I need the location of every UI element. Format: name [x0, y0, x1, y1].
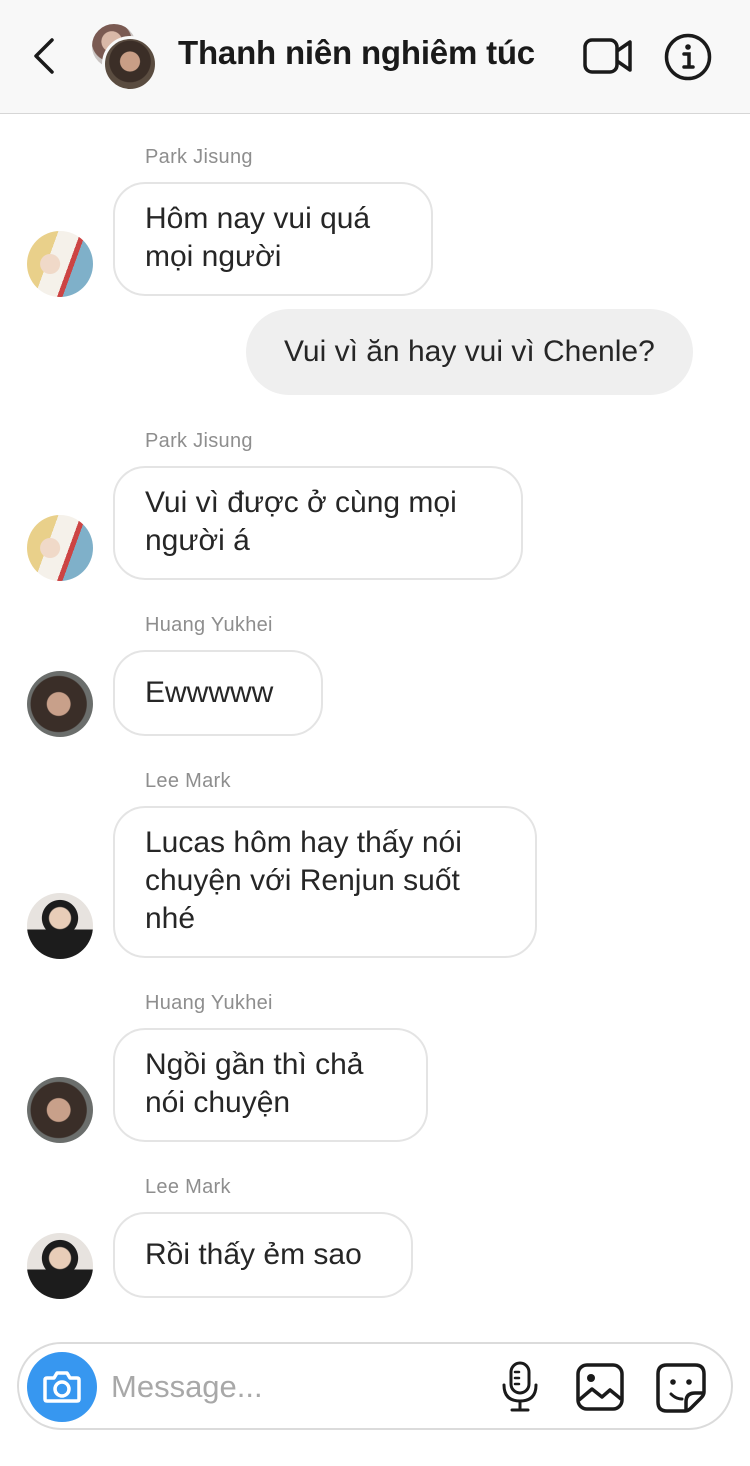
message-bubble[interactable]: Ngồi gần thì chả nói chuyện	[113, 1028, 428, 1142]
back-button[interactable]	[26, 34, 66, 78]
sticker-icon	[656, 1363, 706, 1413]
message-input[interactable]	[111, 1362, 491, 1412]
avatar[interactable]	[27, 515, 93, 581]
message-bubble[interactable]: Ewwwww	[113, 650, 323, 736]
voice-message-button[interactable]	[499, 1360, 541, 1414]
message-composer	[17, 1342, 733, 1430]
sender-name: Park Jisung	[145, 146, 253, 168]
message-bubble[interactable]: Hôm nay vui quá mọi người	[113, 182, 433, 296]
message-bubble[interactable]: Lucas hôm hay thấy nói chuyện với Renjun…	[113, 806, 537, 958]
message-bubble[interactable]: Vui vì được ở cùng mọi người á	[113, 466, 523, 580]
group-avatar-front	[102, 36, 158, 92]
sender-name: Huang Yukhei	[145, 614, 273, 636]
chat-header: Thanh niên nghiêm túc	[0, 0, 750, 114]
microphone-icon	[502, 1361, 538, 1412]
chevron-left-icon	[34, 38, 54, 74]
camera-button[interactable]	[27, 1352, 97, 1422]
info-icon	[664, 33, 712, 81]
gallery-button[interactable]	[575, 1362, 625, 1412]
video-call-button[interactable]	[582, 34, 634, 78]
conversation-title[interactable]: Thanh niên nghiêm túc	[178, 34, 535, 72]
video-camera-icon	[583, 38, 632, 74]
sender-name: Park Jisung	[145, 430, 253, 452]
avatar[interactable]	[27, 671, 93, 737]
camera-icon	[43, 1371, 81, 1403]
avatar[interactable]	[27, 1233, 93, 1299]
sticker-button[interactable]	[655, 1362, 707, 1414]
info-button[interactable]	[663, 32, 713, 82]
group-avatar[interactable]	[90, 22, 162, 94]
sender-name: Lee Mark	[145, 770, 231, 792]
message-bubble[interactable]: Rồi thấy ẻm sao	[113, 1212, 413, 1298]
sender-name: Lee Mark	[145, 1176, 231, 1198]
image-icon	[576, 1363, 624, 1411]
avatar[interactable]	[27, 893, 93, 959]
avatar[interactable]	[27, 231, 93, 297]
message-bubble-outgoing[interactable]: Vui vì ăn hay vui vì Chenle?	[246, 309, 693, 395]
sender-name: Huang Yukhei	[145, 992, 273, 1014]
avatar[interactable]	[27, 1077, 93, 1143]
